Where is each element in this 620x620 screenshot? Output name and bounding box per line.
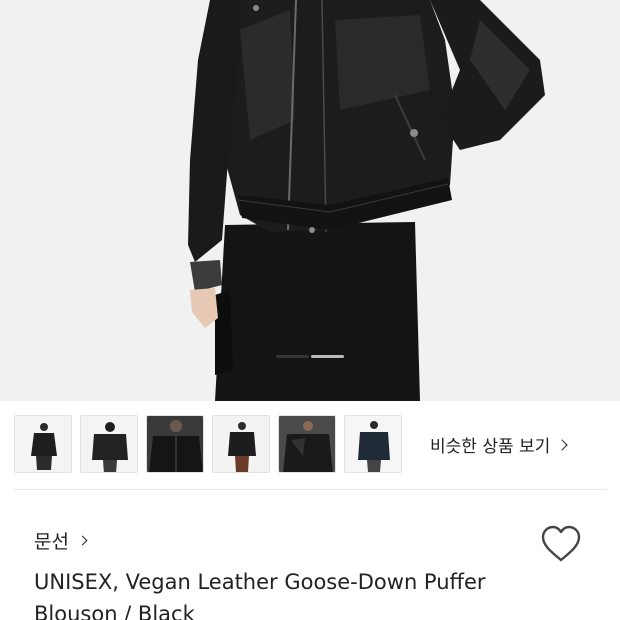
thumb-model-navy-icon: [345, 416, 401, 472]
thumbnail-strip: [14, 415, 402, 475]
brand-link[interactable]: 문선: [34, 527, 88, 554]
product-image[interactable]: [0, 0, 620, 401]
thumb-model-back-icon: [81, 416, 137, 472]
divider: [14, 489, 606, 490]
thumbnail-1[interactable]: [14, 415, 72, 473]
thumb-model-detail-icon: [279, 416, 335, 472]
pager-dot-active[interactable]: [276, 355, 309, 358]
thumbnail-5[interactable]: [278, 415, 336, 473]
thumbnail-3[interactable]: [146, 415, 204, 473]
thumb-model-side-icon: [213, 416, 269, 472]
brand-name: 문선: [34, 531, 69, 553]
chevron-right-icon: [556, 438, 568, 451]
similar-products-label: 비슷한 상품 보기: [430, 437, 551, 457]
wishlist-heart-icon[interactable]: [540, 524, 582, 564]
image-pager: [276, 355, 344, 359]
thumb-model-front-icon: [15, 416, 71, 472]
heart-icon: [541, 525, 581, 562]
similar-products-link[interactable]: 비슷한 상품 보기: [430, 432, 568, 457]
chevron-right-icon: [77, 535, 88, 546]
product-title: UNISEX, Vegan Leather Goose-Down Puffer …: [34, 570, 486, 620]
thumbnail-2[interactable]: [80, 415, 138, 473]
product-photo: [188, 0, 545, 401]
thumbnail-4[interactable]: [212, 415, 270, 473]
thumbnail-6[interactable]: [344, 415, 402, 473]
pager-dot[interactable]: [311, 355, 344, 358]
thumb-model-closeup-icon: [147, 416, 203, 472]
